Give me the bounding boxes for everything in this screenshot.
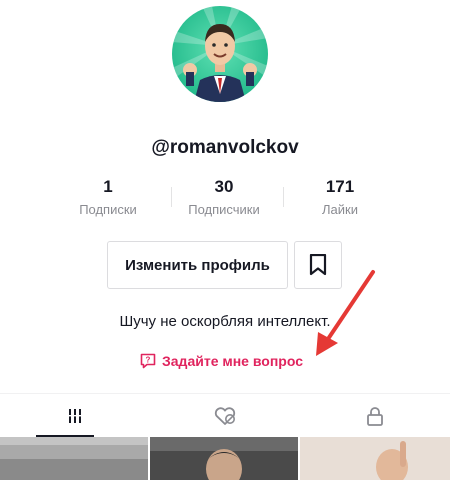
bookmark-button[interactable] [294, 241, 342, 289]
stat-following-label: Подписки [79, 202, 137, 217]
bookmark-icon [309, 254, 327, 276]
stat-following-value: 1 [103, 177, 113, 196]
liked-icon [214, 407, 236, 425]
edit-profile-button[interactable]: Изменить профиль [107, 241, 288, 289]
stat-likes-label: Лайки [322, 202, 358, 217]
profile-username: @romanvolckov [151, 137, 299, 158]
ask-question-link[interactable]: ? Задайте мне вопрос [140, 351, 303, 371]
stat-followers-label: Подписчики [188, 202, 260, 217]
video-thumbnail[interactable] [0, 437, 148, 480]
video-grid [0, 437, 450, 480]
lock-icon [367, 407, 383, 426]
video-thumbnail[interactable] [150, 437, 298, 480]
video-thumbnail[interactable] [300, 437, 450, 480]
stat-followers-value: 30 [214, 177, 234, 196]
profile-stats: 1 Подписки 30 Подписчики 171 Лайки [0, 175, 450, 225]
tab-liked[interactable] [150, 394, 300, 438]
profile-bio: Шучу не оскорбляя интеллект. [119, 313, 331, 330]
profile-avatar[interactable] [172, 6, 268, 102]
grid-icon [67, 409, 83, 423]
ask-question-label: Задайте мне вопрос [162, 353, 303, 369]
question-icon: ? [140, 353, 156, 369]
stat-likes-value: 171 [325, 177, 355, 196]
profile-tab-bar [0, 393, 450, 438]
tab-private[interactable] [300, 394, 450, 438]
stat-likes[interactable]: 171 Лайки [280, 175, 400, 221]
svg-text:?: ? [146, 356, 151, 365]
stat-following[interactable]: 1 Подписки [48, 175, 168, 221]
tab-videos[interactable] [0, 394, 150, 438]
stat-followers[interactable]: 30 Подписчики [164, 175, 284, 221]
